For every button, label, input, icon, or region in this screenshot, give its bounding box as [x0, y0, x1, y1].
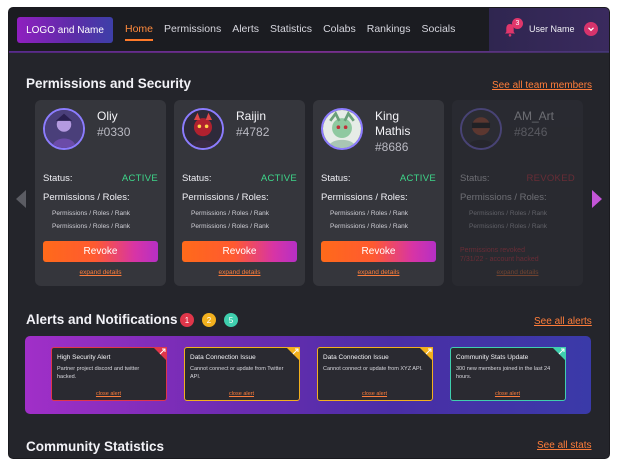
alert-title: Data Connection Issue	[190, 354, 256, 361]
logo[interactable]: LOGO and Name	[17, 17, 113, 43]
member-card: Raijin #4782 Status: ACTIVE Permissions …	[174, 100, 305, 286]
alert-count-medium[interactable]: 2	[202, 313, 216, 327]
app-frame: LOGO and Name Home Permissions Alerts St…	[9, 8, 609, 458]
member-name: Raijin	[236, 109, 267, 123]
close-alert-link[interactable]: close alert	[52, 391, 165, 397]
role-line: Permissions / Roles / Rank	[469, 223, 548, 230]
member-name: AM_Art	[514, 109, 555, 123]
member-card: Oliy #0330 Status: ACTIVE Permissions / …	[35, 100, 166, 286]
close-alert-link[interactable]: close alert	[318, 391, 431, 397]
see-all-stats-link[interactable]: See all stats	[537, 440, 591, 451]
see-all-members-link[interactable]: See all team members	[492, 80, 592, 91]
expand-arrow-icon[interactable]	[419, 347, 433, 361]
member-name-line1: King	[375, 109, 400, 123]
avatar	[321, 108, 363, 150]
status-badge: ACTIVE	[260, 173, 297, 184]
member-card-revoked: AM_Art #8246 Status: REVOKED Permissions…	[452, 100, 583, 286]
roles-label: Permissions / Roles:	[321, 192, 408, 203]
alert-title: Data Connection Issue	[323, 354, 389, 361]
member-card: King Mathis #8686 Status: ACTIVE Permiss…	[313, 100, 444, 286]
see-all-alerts-link[interactable]: See all alerts	[534, 316, 592, 327]
alert-card: Data Connection Issue Cannot connect or …	[317, 347, 433, 401]
nav-alerts[interactable]: Alerts	[232, 23, 259, 41]
alert-description: 300 new members joined in the last 24 ho…	[456, 366, 551, 380]
nav-home[interactable]: Home	[125, 23, 154, 41]
role-line: Permissions / Roles / Rank	[330, 210, 409, 217]
expand-details-link[interactable]: expand details	[452, 269, 583, 276]
role-line: Permissions / Roles / Rank	[191, 210, 270, 217]
notification-badge: 3	[512, 18, 523, 29]
revoke-button[interactable]: Revoke	[182, 241, 297, 262]
nav-statistics[interactable]: Statistics	[270, 23, 312, 41]
expand-details-link[interactable]: expand details	[174, 269, 305, 276]
close-alert-link[interactable]: close alert	[185, 391, 298, 397]
status-label: Status:	[460, 173, 490, 184]
avatar	[43, 108, 85, 150]
member-id: #4782	[236, 125, 270, 139]
alert-title: High Security Alert	[57, 354, 111, 361]
alert-count-info[interactable]: 5	[224, 313, 238, 327]
chevron-down-icon[interactable]	[584, 22, 598, 36]
expand-details-link[interactable]: expand details	[313, 269, 444, 276]
alert-count-high[interactable]: 1	[180, 313, 194, 327]
permissions-title: Permissions and Security	[26, 76, 192, 91]
nav-socials[interactable]: Socials	[422, 23, 456, 41]
nav-colabs[interactable]: Colabs	[323, 23, 356, 41]
expand-arrow-icon[interactable]	[153, 347, 167, 361]
expand-arrow-icon[interactable]	[286, 347, 300, 361]
role-line: Permissions / Roles / Rank	[191, 223, 270, 230]
role-line: Permissions / Roles / Rank	[330, 223, 409, 230]
status-badge: ACTIVE	[121, 173, 158, 184]
member-id: #8686	[375, 140, 409, 154]
alert-description: Cannot connect or update from XYZ API.	[323, 366, 423, 372]
revoked-message-line2: 7/31/22 - account hacked	[460, 256, 539, 263]
nav-rankings[interactable]: Rankings	[367, 23, 411, 41]
user-menu[interactable]: 3 User Name	[489, 8, 609, 51]
alerts-title: Alerts and Notifications	[26, 312, 178, 327]
revoke-button[interactable]: Revoke	[43, 241, 158, 262]
roles-label: Permissions / Roles:	[182, 192, 269, 203]
alert-card: Community Stats Update 300 new members j…	[450, 347, 566, 401]
alert-card: High Security Alert Partner project disc…	[51, 347, 167, 401]
alert-description: Partner project discord and twitter hack…	[57, 366, 140, 380]
alert-description: Cannot connect or update from Twitter AP…	[190, 366, 284, 380]
nav-links: Home Permissions Alerts Statistics Colab…	[125, 23, 466, 41]
status-label: Status:	[321, 173, 351, 184]
status-label: Status:	[43, 173, 73, 184]
user-name[interactable]: User Name	[529, 24, 575, 34]
role-line: Permissions / Roles / Rank	[469, 210, 548, 217]
member-id: #8246	[514, 125, 548, 139]
stats-title: Community Statistics	[26, 439, 165, 454]
member-name: Oliy	[97, 109, 118, 123]
status-badge: REVOKED	[526, 173, 575, 184]
status-badge: ACTIVE	[399, 173, 436, 184]
revoke-button[interactable]: Revoke	[321, 241, 436, 262]
expand-details-link[interactable]: expand details	[35, 269, 166, 276]
role-line: Permissions / Roles / Rank	[52, 210, 131, 217]
close-alert-link[interactable]: close alert	[451, 391, 564, 397]
carousel-prev-icon[interactable]	[13, 188, 29, 210]
member-id: #0330	[97, 125, 131, 139]
member-name-line2: Mathis	[375, 124, 411, 138]
revoked-message-line1: Permissions revoked	[460, 247, 525, 254]
carousel-next-icon[interactable]	[589, 188, 605, 210]
role-line: Permissions / Roles / Rank	[52, 223, 131, 230]
top-nav: LOGO and Name Home Permissions Alerts St…	[9, 8, 609, 53]
roles-label: Permissions / Roles:	[460, 192, 547, 203]
expand-arrow-icon[interactable]	[552, 347, 566, 361]
avatar	[460, 108, 502, 150]
status-label: Status:	[182, 173, 212, 184]
nav-permissions[interactable]: Permissions	[164, 23, 221, 41]
alert-title: Community Stats Update	[456, 354, 529, 361]
roles-label: Permissions / Roles:	[43, 192, 130, 203]
alert-card: Data Connection Issue Cannot connect or …	[184, 347, 300, 401]
avatar	[182, 108, 224, 150]
